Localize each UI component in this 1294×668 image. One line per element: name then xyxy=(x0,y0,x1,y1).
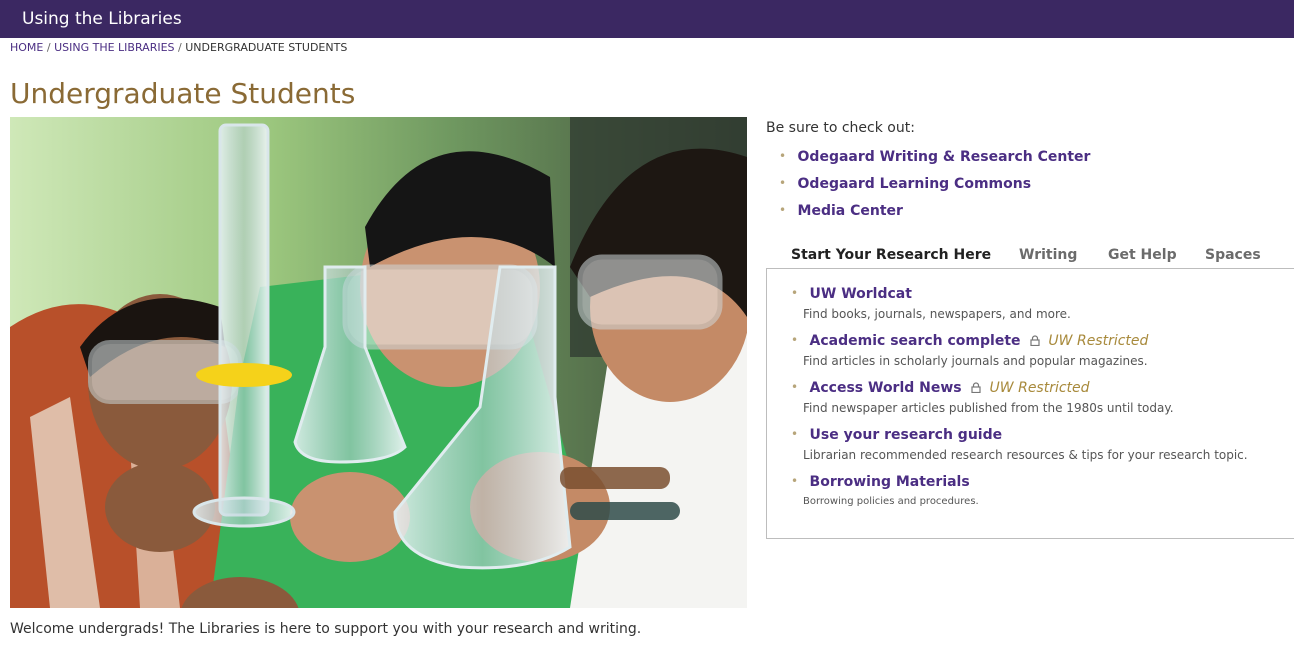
list-item: • Use your research guide Librarian reco… xyxy=(791,426,1248,473)
list-item: • Odegaard Writing & Research Center xyxy=(779,148,1090,175)
list-item: • Borrowing Materials Borrowing policies… xyxy=(791,473,1248,520)
resource-description: Find articles in scholarly journals and … xyxy=(803,354,1148,368)
bullet-icon: • xyxy=(779,176,787,190)
breadcrumb-separator: / xyxy=(178,41,182,54)
research-tabs: Start Your Research Here Writing Get Hel… xyxy=(766,246,1294,269)
site-title[interactable]: Using the Libraries xyxy=(22,9,182,29)
link-use-your-research-guide[interactable]: Use your research guide xyxy=(810,427,1003,443)
link-media-center[interactable]: Media Center xyxy=(798,203,903,219)
link-access-world-news[interactable]: Access World News xyxy=(810,380,962,396)
list-item: • Odegaard Learning Commons xyxy=(779,175,1090,202)
tab-writing[interactable]: Writing xyxy=(1019,246,1077,264)
link-odegaard-learning-commons[interactable]: Odegaard Learning Commons xyxy=(798,176,1032,192)
list-item: • Access World News UW Restricted Find n… xyxy=(791,379,1248,426)
tab-get-help[interactable]: Get Help xyxy=(1108,246,1177,264)
resource-description: Librarian recommended research resources… xyxy=(803,448,1248,462)
site-header: Using the Libraries xyxy=(0,0,1294,38)
bullet-icon: • xyxy=(791,427,799,441)
bullet-icon: • xyxy=(779,203,787,217)
tab-panel: • UW Worldcat Find books, journals, news… xyxy=(766,268,1294,539)
resource-description: Find newspaper articles published from t… xyxy=(803,401,1174,415)
list-item: • UW Worldcat Find books, journals, news… xyxy=(791,285,1248,332)
link-odegaard-writing-research-center[interactable]: Odegaard Writing & Research Center xyxy=(798,149,1091,165)
checkout-list: • Odegaard Writing & Research Center • O… xyxy=(779,148,1090,229)
list-item: • Media Center xyxy=(779,202,1090,229)
checkout-intro: Be sure to check out: xyxy=(766,120,915,136)
lock-icon xyxy=(971,382,981,393)
breadcrumb-current: UNDERGRADUATE STUDENTS xyxy=(185,41,348,54)
page-title: Undergraduate Students xyxy=(10,77,356,110)
link-borrowing-materials[interactable]: Borrowing Materials xyxy=(810,474,970,490)
resource-description: Find books, journals, newspapers, and mo… xyxy=(803,307,1071,321)
breadcrumb-separator: / xyxy=(46,41,51,54)
breadcrumb-using-the-libraries[interactable]: USING THE LIBRARIES xyxy=(54,41,174,54)
resource-list: • UW Worldcat Find books, journals, news… xyxy=(791,285,1248,520)
breadcrumb-home[interactable]: HOME xyxy=(10,41,43,54)
restricted-label: UW Restricted xyxy=(1048,333,1149,349)
welcome-text: Welcome undergrads! The Libraries is her… xyxy=(10,621,642,637)
link-uw-worldcat[interactable]: UW Worldcat xyxy=(810,286,912,302)
bullet-icon: • xyxy=(779,149,787,163)
bullet-icon: • xyxy=(791,333,799,347)
bullet-icon: • xyxy=(791,474,799,488)
lock-icon xyxy=(1030,335,1040,346)
tab-start-your-research-here[interactable]: Start Your Research Here xyxy=(791,246,991,264)
tab-spaces[interactable]: Spaces xyxy=(1205,246,1261,264)
restricted-label: UW Restricted xyxy=(989,380,1090,396)
link-academic-search-complete[interactable]: Academic search complete xyxy=(810,333,1021,349)
hero-photo xyxy=(10,117,747,608)
students-lab-photo xyxy=(10,117,747,608)
resource-description: Borrowing policies and procedures. xyxy=(803,496,979,507)
list-item: • Academic search complete UW Restricted… xyxy=(791,332,1248,379)
bullet-icon: • xyxy=(791,380,799,394)
bullet-icon: • xyxy=(791,286,799,300)
breadcrumb: HOME / USING THE LIBRARIES / UNDERGRADUA… xyxy=(10,41,347,55)
